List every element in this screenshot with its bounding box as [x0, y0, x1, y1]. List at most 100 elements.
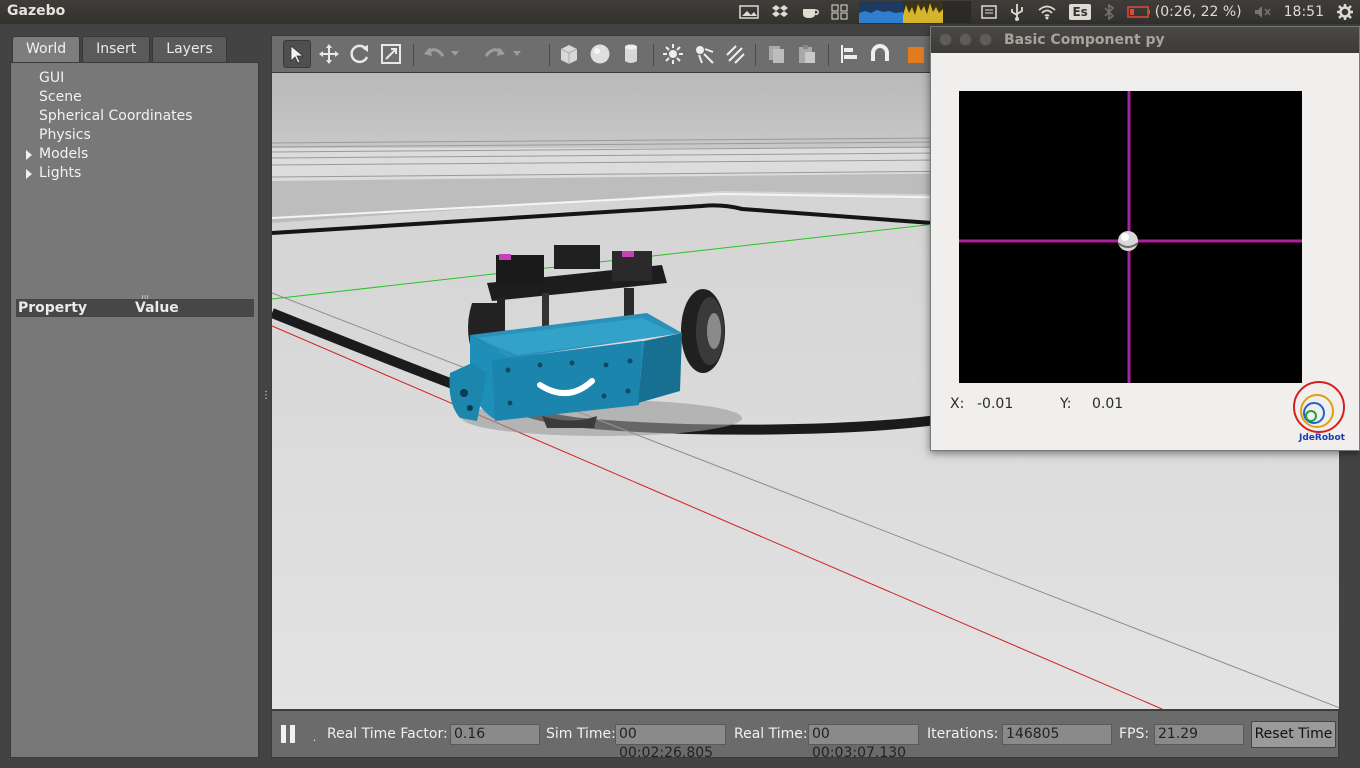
left-tabs: World Insert Layers [12, 36, 229, 63]
tree-item-lights[interactable]: Lights [11, 164, 258, 183]
real-time-label: Real Time: [734, 726, 808, 742]
tree-item-label: Scene [39, 89, 82, 105]
screenshot-icon[interactable] [733, 0, 765, 24]
copy-button[interactable] [762, 40, 790, 68]
maximize-icon[interactable] [979, 33, 992, 46]
expand-arrow-icon[interactable] [26, 150, 32, 160]
workspace-switcher-icon[interactable] [825, 0, 855, 24]
select-mode-button[interactable] [283, 40, 311, 68]
directional-light-icon [726, 45, 745, 64]
world-panel: GUI Scene Spherical Coordinates Physics … [10, 62, 259, 758]
sphere-icon [590, 44, 610, 64]
popup-titlebar[interactable]: Basic Component py [931, 27, 1359, 53]
wifi-icon[interactable] [1031, 0, 1063, 24]
tree-item-physics[interactable]: Physics [11, 126, 258, 145]
cylinder-shape-button[interactable] [617, 40, 645, 68]
directional-light-button[interactable] [721, 40, 749, 68]
status-bar: . Real Time Factor: 0.16 Sim Time: 00 00… [271, 710, 1339, 761]
sim-time-value: 00 00:02:26.805 [615, 724, 726, 761]
iterations-value: 146805 [1002, 724, 1112, 745]
fps-value: 21.29 [1154, 724, 1244, 745]
y-value: 0.01 [1092, 396, 1124, 412]
align-button[interactable] [835, 40, 863, 68]
rotate-mode-button[interactable] [346, 40, 374, 68]
box-icon [560, 45, 578, 64]
bluetooth-icon[interactable] [1097, 0, 1121, 24]
tree-item-gui[interactable]: GUI [11, 69, 258, 88]
tree-item-models[interactable]: Models [11, 145, 258, 164]
color-icon [908, 47, 924, 63]
box-shape-button[interactable] [555, 40, 583, 68]
tab-layers[interactable]: Layers [152, 36, 227, 63]
battery-indicator[interactable]: (0:26, 22 %) [1121, 0, 1248, 24]
system-tray: Es (0:26, 22 %) 18:51 [733, 0, 1360, 24]
tree-item-label: Spherical Coordinates [39, 108, 193, 124]
tree-item-spherical-coordinates[interactable]: Spherical Coordinates [11, 107, 258, 126]
undo-history-dropdown[interactable] [448, 40, 462, 68]
x-label: X: [950, 396, 965, 412]
mail-icon[interactable] [975, 0, 1003, 24]
chevron-down-icon [451, 51, 459, 56]
panel-splitter-handle[interactable]: ⋮ [261, 390, 271, 401]
crosshair-overlay [959, 91, 1302, 383]
clock[interactable]: 18:51 [1278, 0, 1330, 24]
pause-button[interactable] [281, 725, 297, 743]
real-time-value: 00 00:03:07.130 [808, 724, 919, 761]
tree-item-label: Physics [39, 127, 91, 143]
undo-button[interactable] [420, 40, 448, 68]
real-time-factor-value: 0.16 [450, 724, 540, 745]
snap-button[interactable] [866, 40, 894, 68]
tab-world[interactable]: World [12, 36, 81, 63]
tree-item-label: Lights [39, 165, 82, 181]
scale-mode-button[interactable] [377, 40, 405, 68]
color-button[interactable] [902, 40, 930, 68]
property-column-header[interactable]: Property [16, 299, 135, 317]
usb-icon[interactable] [1003, 0, 1031, 24]
keyboard-layout-indicator[interactable]: Es [1063, 0, 1096, 24]
tab-insert[interactable]: Insert [82, 36, 151, 63]
close-icon[interactable] [939, 33, 952, 46]
property-table-header: Property Value [16, 299, 254, 317]
translate-mode-button[interactable] [315, 40, 343, 68]
redo-history-dropdown[interactable] [510, 40, 524, 68]
paste-button[interactable] [793, 40, 821, 68]
sim-time-label: Sim Time: [546, 726, 616, 742]
point-light-button[interactable] [659, 40, 687, 68]
snap-icon [871, 44, 889, 61]
redo-button[interactable] [481, 40, 509, 68]
scale-icon [381, 44, 401, 64]
tree-item-scene[interactable]: Scene [11, 88, 258, 107]
align-icon [841, 45, 857, 63]
volume-muted-icon[interactable] [1248, 0, 1278, 24]
point-light-icon [663, 44, 683, 64]
world-tree: GUI Scene Spherical Coordinates Physics … [11, 69, 258, 183]
coffee-icon[interactable] [795, 0, 825, 24]
expand-arrow-icon[interactable] [26, 169, 32, 179]
keyboard-layout-label: Es [1069, 4, 1091, 20]
settings-gear-icon[interactable] [1330, 0, 1360, 24]
cylinder-icon [625, 44, 637, 63]
paste-icon [799, 45, 815, 63]
rotate-icon [350, 44, 369, 64]
spot-light-icon [696, 46, 714, 64]
toolbar [271, 35, 931, 73]
x-value: -0.01 [977, 396, 1014, 412]
dropbox-icon[interactable] [765, 0, 795, 24]
system-load-graph[interactable] [859, 1, 974, 23]
battery-icon [1127, 6, 1150, 18]
sphere-shape-button[interactable] [586, 40, 614, 68]
spot-light-button[interactable] [690, 40, 718, 68]
copy-icon [769, 46, 784, 63]
minimize-icon[interactable] [959, 33, 972, 46]
undo-icon [424, 47, 445, 57]
pause-icon [281, 725, 286, 743]
basic-component-window: Basic Component py X: -0.01 Y: 0.01 JdeR… [930, 26, 1360, 451]
reset-time-button[interactable]: Reset Time [1251, 721, 1336, 748]
camera-target-view [959, 91, 1302, 383]
value-column-header[interactable]: Value [135, 299, 179, 317]
iterations-label: Iterations: [927, 726, 999, 742]
y-label: Y: [1060, 396, 1072, 412]
battery-text: (0:26, 22 %) [1154, 4, 1242, 20]
real-time-factor-label: Real Time Factor: [327, 726, 448, 742]
logo-text: JdeRobot [1299, 433, 1345, 443]
